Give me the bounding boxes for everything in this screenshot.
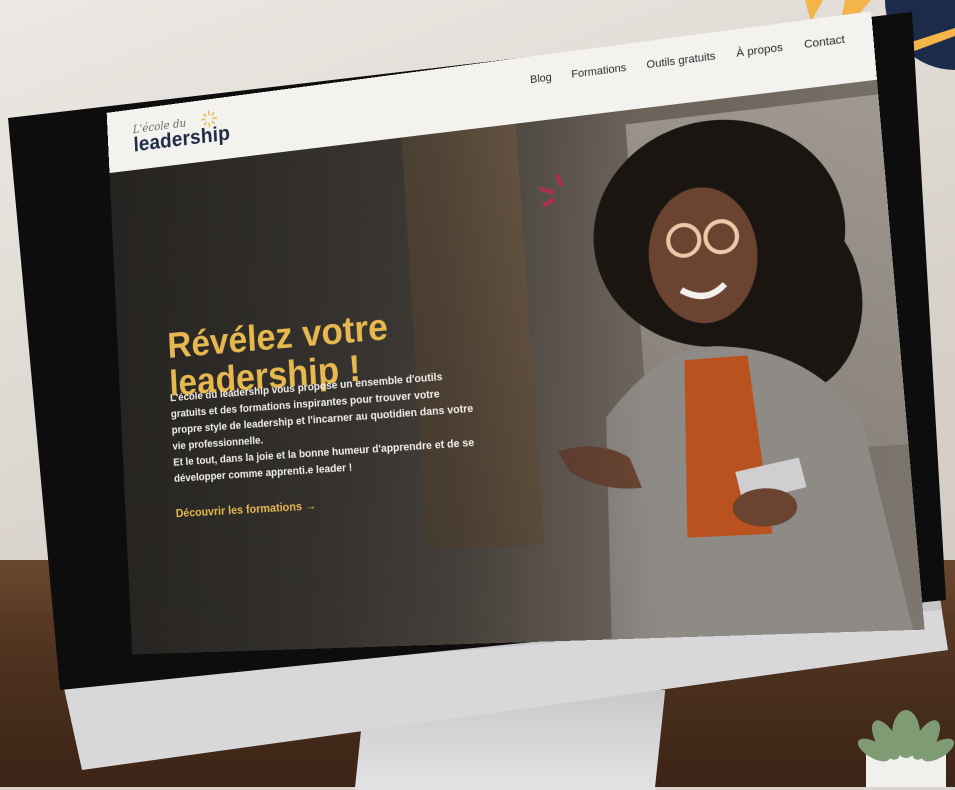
sun-icon bbox=[199, 107, 219, 130]
accent-lines-icon bbox=[537, 170, 579, 214]
monitor-screen: L'école du leadership Blog bbox=[107, 11, 925, 654]
nav-formations[interactable]: Formations bbox=[571, 62, 627, 81]
succulent-plant bbox=[852, 684, 955, 787]
nav-blog[interactable]: Blog bbox=[530, 72, 552, 87]
site-logo[interactable]: L'école du leadership bbox=[133, 112, 231, 156]
arrow-right-icon: → bbox=[305, 499, 317, 513]
nav-contact[interactable]: Contact bbox=[804, 34, 846, 52]
nav-a-propos[interactable]: À propos bbox=[736, 42, 783, 60]
nav-outils-gratuits[interactable]: Outils gratuits bbox=[646, 50, 716, 71]
website: L'école du leadership Blog bbox=[107, 11, 925, 654]
